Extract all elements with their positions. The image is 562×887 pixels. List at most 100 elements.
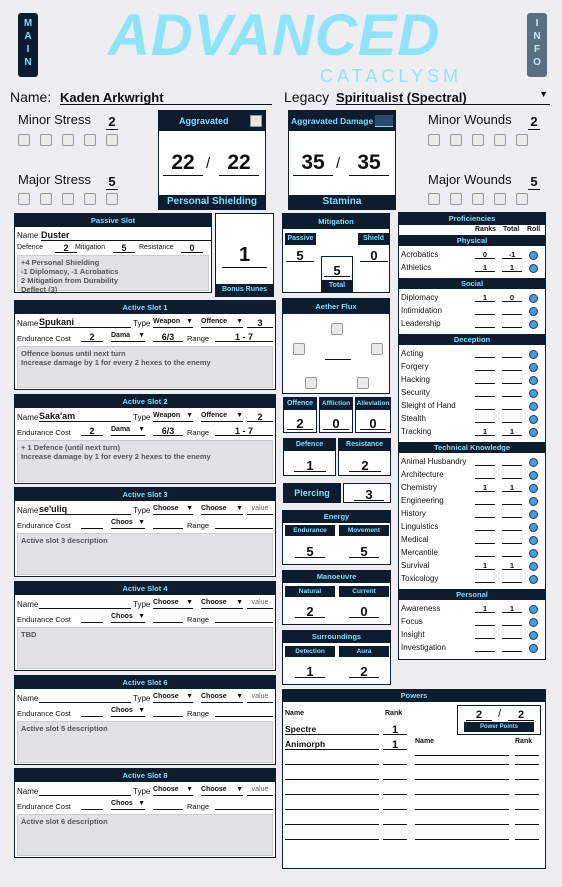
proficiency-ranks[interactable]: 1 bbox=[475, 263, 495, 272]
aether-checkbox-right[interactable] bbox=[371, 343, 383, 355]
slot-cost-type-select[interactable]: Choos ▼ bbox=[111, 519, 145, 529]
slot-description[interactable]: TBD bbox=[17, 627, 273, 669]
slot-subtype-value-field[interactable]: value bbox=[247, 786, 273, 796]
roll-dice-icon[interactable] bbox=[529, 644, 538, 653]
proficiency-ranks[interactable] bbox=[475, 509, 495, 518]
slot-cost-value[interactable]: 2 bbox=[81, 332, 103, 342]
legacy-select[interactable]: Spiritualist (Spectral) ▼ bbox=[336, 89, 550, 105]
major-wounds-checkbox[interactable] bbox=[516, 193, 528, 205]
minor-wounds-checkbox[interactable] bbox=[516, 134, 528, 146]
slot-damage-value[interactable]: 6/3 bbox=[153, 426, 183, 436]
proficiency-ranks[interactable] bbox=[475, 414, 495, 423]
major-stress-value[interactable]: 5 bbox=[106, 174, 118, 190]
slot-description[interactable]: Active slot 5 description bbox=[17, 721, 273, 763]
major-wounds-checkbox[interactable] bbox=[472, 193, 484, 205]
slot-name-field[interactable] bbox=[39, 785, 131, 796]
slot-cost-value[interactable] bbox=[81, 800, 103, 810]
power-name-2[interactable] bbox=[415, 769, 509, 780]
major-stress-checkbox[interactable] bbox=[62, 193, 74, 205]
minor-wounds-value[interactable]: 2 bbox=[528, 114, 540, 130]
slot-damage-value[interactable] bbox=[153, 519, 183, 529]
minor-wounds-checkbox[interactable] bbox=[472, 134, 484, 146]
power-rank-2[interactable] bbox=[515, 784, 539, 795]
aether-checkbox-bottom-right[interactable] bbox=[357, 377, 369, 389]
aether-checkbox-top[interactable] bbox=[331, 323, 343, 335]
roll-dice-icon[interactable] bbox=[529, 484, 538, 493]
roll-dice-icon[interactable] bbox=[529, 575, 538, 584]
slot-description[interactable]: Active slot 3 description bbox=[17, 533, 273, 575]
aether-center-line[interactable] bbox=[325, 359, 351, 360]
slot-description[interactable]: Offence bonus until next turn Increase d… bbox=[17, 346, 273, 388]
aggravated-damage-field[interactable] bbox=[375, 115, 393, 127]
power-name[interactable] bbox=[285, 814, 379, 825]
minor-stress-checkbox[interactable] bbox=[84, 134, 96, 146]
affliction-value[interactable]: 0 bbox=[323, 416, 349, 431]
slot-cost-type-select[interactable]: Dama ▼ bbox=[111, 426, 145, 436]
power-rank-2[interactable] bbox=[515, 754, 539, 765]
minor-wounds-checkbox[interactable] bbox=[450, 134, 462, 146]
resistance-value[interactable]: 2 bbox=[349, 458, 381, 473]
natural-value[interactable]: 2 bbox=[295, 604, 325, 619]
power-rank-2[interactable] bbox=[515, 769, 539, 780]
slot-subtype-select[interactable]: Offence ▼ bbox=[201, 412, 243, 422]
slot-subtype-value-field[interactable]: value bbox=[247, 693, 273, 703]
slot-cost-value[interactable] bbox=[81, 613, 103, 623]
slot-damage-value[interactable]: 6/3 bbox=[153, 332, 183, 342]
proficiency-ranks[interactable]: 1 bbox=[475, 561, 495, 570]
proficiency-ranks[interactable]: 1 bbox=[475, 483, 495, 492]
power-name-2[interactable] bbox=[415, 784, 509, 795]
slot-description[interactable]: + 1 Defence (until next turn) Increase d… bbox=[17, 440, 273, 482]
passive-mitigation-total[interactable]: 5 bbox=[286, 248, 314, 263]
power-rank[interactable] bbox=[383, 799, 407, 810]
slot-range-value[interactable] bbox=[215, 613, 273, 623]
power-name[interactable] bbox=[285, 784, 379, 795]
slot-subtype-value-field[interactable]: value bbox=[247, 505, 273, 515]
slot-subtype-select[interactable]: Choose ▼ bbox=[201, 599, 243, 609]
power-name[interactable]: Animorph bbox=[285, 739, 379, 750]
shielding-current[interactable]: 22 bbox=[163, 151, 203, 176]
minor-wounds-checkbox[interactable] bbox=[428, 134, 440, 146]
roll-dice-icon[interactable] bbox=[529, 471, 538, 480]
stamina-max[interactable]: 35 bbox=[349, 151, 389, 176]
slot-name-field[interactable] bbox=[39, 598, 131, 609]
proficiency-ranks[interactable] bbox=[475, 362, 495, 371]
minor-stress-checkbox[interactable] bbox=[106, 134, 118, 146]
slot-name-field[interactable]: Spukani bbox=[39, 317, 131, 328]
passive-mitigation-value[interactable]: 5 bbox=[113, 243, 135, 253]
power-rank[interactable] bbox=[383, 814, 407, 825]
roll-dice-icon[interactable] bbox=[529, 307, 538, 316]
slot-cost-value[interactable]: 2 bbox=[81, 426, 103, 436]
slot-description[interactable]: Active slot 6 description bbox=[17, 814, 273, 856]
slot-type-select[interactable]: Choose ▼ bbox=[153, 505, 193, 515]
slot-cost-value[interactable] bbox=[81, 707, 103, 717]
slot-name-field[interactable]: Saka'am bbox=[39, 411, 131, 422]
roll-dice-icon[interactable] bbox=[529, 631, 538, 640]
passive-description[interactable]: +4 Personal Shielding -1 Diplomacy, -1 A… bbox=[17, 255, 209, 294]
minor-stress-checkbox[interactable] bbox=[18, 134, 30, 146]
proficiency-ranks[interactable] bbox=[475, 548, 495, 557]
main-button[interactable]: MAIN bbox=[18, 13, 38, 77]
slot-type-select[interactable]: Weapon ▼ bbox=[153, 412, 193, 422]
proficiency-ranks[interactable]: 1 bbox=[475, 604, 495, 613]
proficiency-ranks[interactable] bbox=[475, 306, 495, 315]
slot-subtype-value-field[interactable]: 3 bbox=[247, 318, 273, 328]
detection-value[interactable]: 1 bbox=[295, 664, 325, 679]
proficiency-ranks[interactable] bbox=[475, 401, 495, 410]
roll-dice-icon[interactable] bbox=[529, 402, 538, 411]
proficiency-ranks[interactable] bbox=[475, 470, 495, 479]
slot-subtype-select[interactable]: Choose ▼ bbox=[201, 505, 243, 515]
proficiency-ranks[interactable] bbox=[475, 388, 495, 397]
proficiency-ranks[interactable]: 1 bbox=[475, 293, 495, 302]
aether-checkbox-left[interactable] bbox=[293, 343, 305, 355]
proficiency-ranks[interactable] bbox=[475, 574, 495, 583]
roll-dice-icon[interactable] bbox=[529, 536, 538, 545]
roll-dice-icon[interactable] bbox=[529, 251, 538, 260]
major-wounds-value[interactable]: 5 bbox=[528, 174, 540, 190]
slot-subtype-value-field[interactable]: 2 bbox=[247, 412, 273, 422]
power-rank[interactable] bbox=[383, 784, 407, 795]
slot-cost-type-select[interactable]: Choos ▼ bbox=[111, 707, 145, 717]
roll-dice-icon[interactable] bbox=[529, 549, 538, 558]
proficiency-ranks[interactable] bbox=[475, 630, 495, 639]
proficiency-ranks[interactable] bbox=[475, 349, 495, 358]
power-rank-2[interactable] bbox=[515, 814, 539, 825]
